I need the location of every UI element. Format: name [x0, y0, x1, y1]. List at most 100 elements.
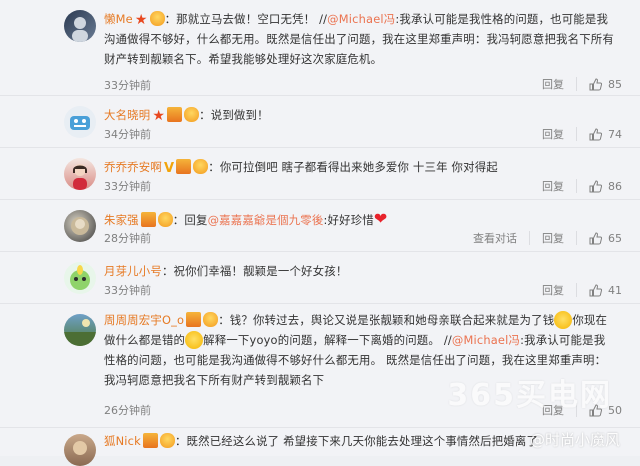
- comment-item: 朱家强 ：回复@嘉嘉嘉爺是個九零後:好好珍惜❤ 28分钟前 查看对话 回复 65: [0, 200, 640, 252]
- comment-item: 月芽儿小号：祝你们幸福！靓颖是一个好女孩！ 33分钟前 回复 41: [0, 252, 640, 304]
- comment-feed: 懒Me ★ ：那就立马去做！空口无凭！ //@Michael冯:我承认可能是我性格的…: [0, 0, 640, 466]
- avatar[interactable]: [64, 262, 96, 294]
- comment-actions: 回复 86: [542, 178, 622, 194]
- view-conversation-link[interactable]: 查看对话: [473, 230, 517, 246]
- lightbulb-icon: [159, 433, 175, 448]
- lightbulb-icon: [149, 11, 165, 26]
- comment-actions: 查看对话 回复 65: [473, 230, 622, 246]
- comment-time: 33分钟前: [104, 180, 151, 193]
- thumbs-up-icon: [589, 283, 602, 296]
- comment-text: ：说到做到！: [199, 108, 269, 122]
- avatar-image: [70, 265, 90, 290]
- lightbulb-icon: [203, 312, 219, 327]
- watermark-handle: @时尚小魔风: [529, 431, 620, 449]
- avatar-image: [73, 164, 87, 190]
- comment-actions: 回复 74: [542, 126, 622, 142]
- comment-author[interactable]: 大名晓明: [104, 108, 150, 122]
- comment-body: 乔乔乔安啊 V ：你可拉倒吧 瞎子都看得出来她多爱你 十三年 你对得起: [104, 157, 614, 177]
- like-count: 65: [608, 231, 622, 245]
- comment-text-c: 解释一下yoyo的问题，解释一下离婚的问题。 //: [203, 333, 452, 347]
- avatar[interactable]: [64, 158, 96, 190]
- avatar-image: [64, 319, 96, 346]
- reply-button[interactable]: 回复: [542, 126, 564, 142]
- smiley-icon: [185, 331, 204, 349]
- comment-author[interactable]: 乔乔乔安啊: [104, 160, 162, 174]
- avatar[interactable]: [64, 106, 96, 138]
- vip-icon: [167, 107, 183, 122]
- comment-body: 大名晓明 ★ ：说到做到！: [104, 105, 614, 125]
- vip-icon: [176, 159, 192, 174]
- comment-item: 大名晓明 ★ ：说到做到！ 34分钟前 回复 74: [0, 96, 640, 148]
- divider: [576, 283, 577, 297]
- divider: [576, 77, 577, 91]
- lightbulb-icon: [193, 159, 209, 174]
- avatar[interactable]: [64, 314, 96, 346]
- thumbs-up-icon: [589, 77, 602, 90]
- like-count: 41: [608, 283, 622, 297]
- comment-author[interactable]: 狐Nick: [104, 434, 141, 448]
- lightbulb-icon: [184, 107, 200, 122]
- heart-icon: ❤: [373, 209, 388, 228]
- comment-item: 乔乔乔安啊 V ：你可拉倒吧 瞎子都看得出来她多爱你 十三年 你对得起 33分钟前 …: [0, 148, 640, 200]
- reply-button[interactable]: 回复: [542, 282, 564, 298]
- watermark-site: 365买电网: [447, 378, 612, 413]
- comment-text-prefix: ：回复: [172, 213, 208, 227]
- comment-author[interactable]: 懒Me: [104, 12, 133, 26]
- divider: [529, 231, 530, 245]
- avatar[interactable]: [64, 434, 96, 466]
- avatar-image: [70, 116, 90, 130]
- vip-icon: [186, 312, 202, 327]
- divider: [576, 179, 577, 193]
- divider: [576, 127, 577, 141]
- smiley-icon: [554, 311, 573, 329]
- like-button[interactable]: 41: [589, 284, 622, 297]
- like-button[interactable]: 74: [589, 128, 622, 141]
- comment-body: 懒Me ★ ：那就立马去做！空口无凭！ //@Michael冯:我承认可能是我性格的…: [104, 9, 614, 69]
- comment-body: 月芽儿小号：祝你们幸福！靓颖是一个好女孩！: [104, 261, 614, 281]
- thumbs-up-icon: [589, 127, 602, 140]
- like-count: 74: [608, 127, 622, 141]
- vip-icon: [140, 212, 156, 227]
- comment-text: ：既然已经这么说了 希望接下来几天你能去处理这个事情然后把婚离了: [174, 434, 539, 448]
- red-star-icon: ★: [152, 108, 166, 124]
- comment-actions: 回复 85: [542, 76, 622, 92]
- like-button[interactable]: 86: [589, 180, 622, 193]
- comment-author[interactable]: 月芽儿小号: [104, 264, 162, 278]
- comment-author[interactable]: 朱家强: [104, 213, 139, 227]
- comment-actions: 回复 41: [542, 282, 622, 298]
- lightbulb-icon: [157, 212, 173, 227]
- comment-text: :好好珍惜: [323, 213, 374, 227]
- like-button[interactable]: 85: [589, 78, 622, 91]
- comment-text: ：祝你们幸福！靓颖是一个好女孩！: [161, 264, 348, 278]
- avatar-image: [73, 441, 87, 455]
- comment-text-prefix: ：那就立马去做！空口无凭！ //: [164, 12, 328, 26]
- comment-time: 28分钟前: [104, 232, 151, 245]
- thumbs-up-icon: [589, 179, 602, 192]
- avatar-image: [71, 217, 89, 235]
- reply-button[interactable]: 回复: [542, 178, 564, 194]
- comment-text: ：你可拉倒吧 瞎子都看得出来她多爱你 十三年 你对得起: [208, 160, 498, 174]
- comment-time: 33分钟前: [104, 284, 151, 297]
- reply-button[interactable]: 回复: [542, 76, 564, 92]
- avatar-image: [72, 17, 88, 42]
- comment-time: 34分钟前: [104, 128, 151, 141]
- comment-mention[interactable]: @嘉嘉嘉爺是個九零後: [208, 213, 324, 227]
- reply-button[interactable]: 回复: [542, 230, 564, 246]
- comment-time: 33分钟前: [104, 79, 151, 92]
- thumbs-up-icon: [589, 231, 602, 244]
- vip-icon: [142, 433, 158, 448]
- v-icon: V: [163, 161, 175, 176]
- avatar[interactable]: [64, 210, 96, 242]
- red-star-icon: ★: [134, 12, 148, 28]
- like-button[interactable]: 65: [589, 232, 622, 245]
- comment-item: 懒Me ★ ：那就立马去做！空口无凭！ //@Michael冯:我承认可能是我性格的…: [0, 0, 640, 96]
- comment-mention[interactable]: @Michael冯: [327, 12, 395, 26]
- comment-text-a: ：钱？你转过去，舆论又说是张靓颖和她母亲联合起来就是为了钱: [218, 313, 555, 327]
- comment-body: 朱家强 ：回复@嘉嘉嘉爺是個九零後:好好珍惜❤: [104, 209, 614, 230]
- avatar[interactable]: [64, 10, 96, 42]
- like-count: 85: [608, 77, 622, 91]
- comment-author[interactable]: 周周周宏宇O_o: [104, 313, 184, 327]
- divider: [576, 231, 577, 245]
- comment-time: 26分钟前: [104, 404, 151, 417]
- comment-mention[interactable]: @Michael冯: [452, 333, 520, 347]
